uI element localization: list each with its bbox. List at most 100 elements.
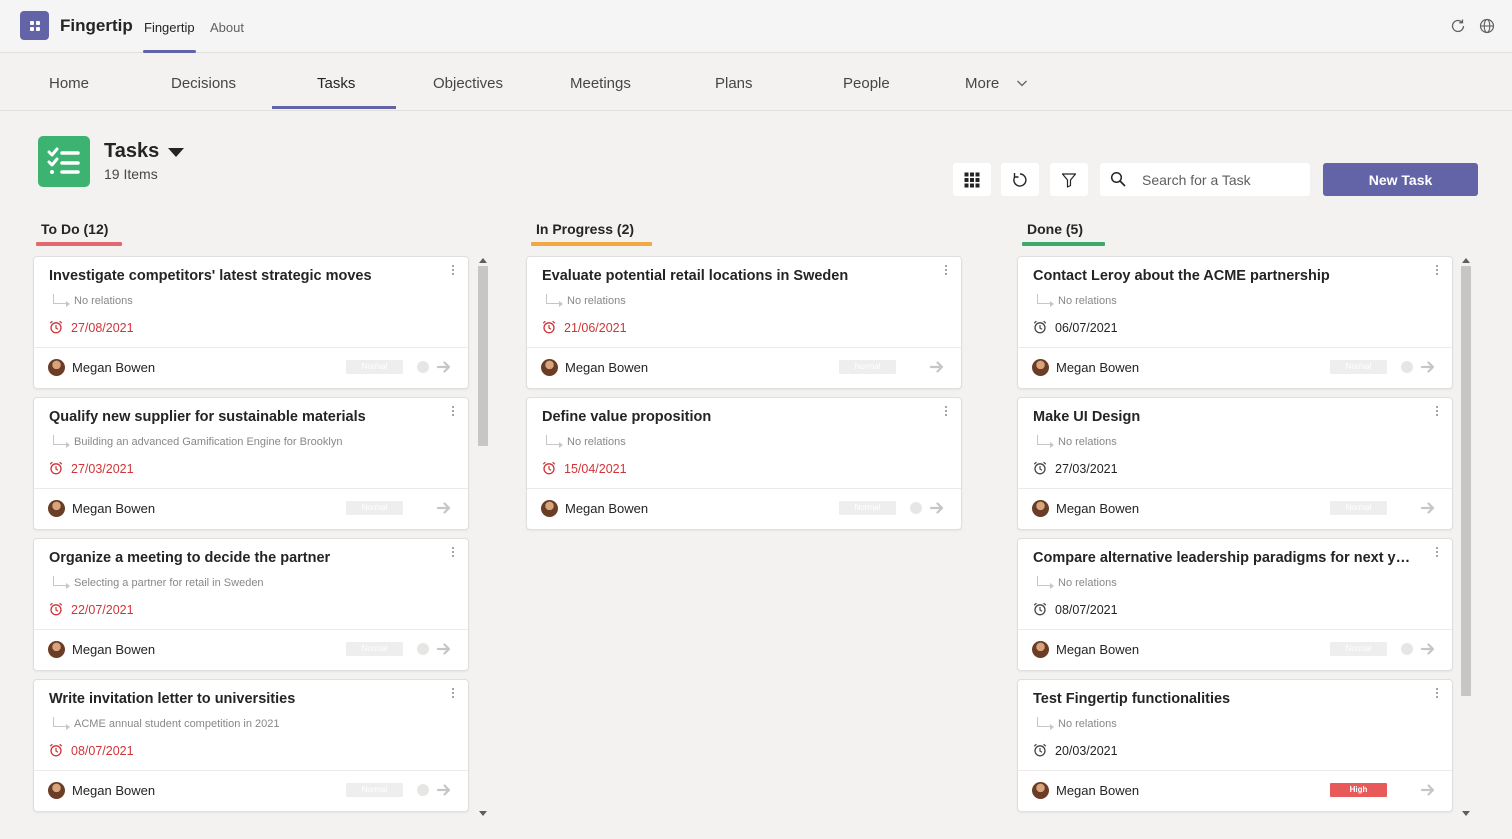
move-right-arrow-icon[interactable] — [929, 360, 945, 374]
task-title[interactable]: Make UI Design — [1033, 409, 1413, 425]
reload-icon[interactable] — [1449, 17, 1467, 35]
task-title[interactable]: Test Fingertip functionalities — [1033, 691, 1413, 707]
more-options-icon[interactable] — [452, 688, 456, 698]
move-right-arrow-icon[interactable] — [436, 783, 452, 797]
more-options-icon[interactable] — [1436, 406, 1440, 416]
task-card[interactable]: Compare alternative leadership paradigms… — [1017, 538, 1453, 671]
scroll-down-arrow[interactable] — [1462, 811, 1470, 816]
more-options-icon[interactable] — [1436, 265, 1440, 275]
card-divider — [1018, 347, 1452, 348]
more-options-icon[interactable] — [1436, 688, 1440, 698]
assignee-avatar — [1032, 641, 1049, 658]
app-tab-fingertip[interactable]: Fingertip — [144, 20, 195, 35]
refresh-button[interactable] — [1001, 163, 1039, 196]
priority-badge[interactable]: Normal — [1330, 501, 1387, 515]
priority-badge[interactable]: Normal — [839, 501, 896, 515]
app-tab-indicator — [143, 50, 196, 53]
relation-arrow-icon — [546, 294, 563, 307]
more-options-icon[interactable] — [452, 265, 456, 275]
task-card[interactable]: Define value proposition No relations 15/0… — [526, 397, 962, 530]
more-options-icon[interactable] — [452, 547, 456, 557]
task-card[interactable]: Write invitation letter to universities A… — [33, 679, 469, 812]
move-right-arrow-icon[interactable] — [929, 501, 945, 515]
task-card[interactable]: Qualify new supplier for sustainable mat… — [33, 397, 469, 530]
nav-decisions[interactable]: Decisions — [171, 75, 236, 92]
status-dot[interactable] — [417, 361, 429, 373]
filter-button[interactable] — [1050, 163, 1088, 196]
relation-arrow-icon — [53, 435, 70, 448]
status-dot[interactable] — [417, 784, 429, 796]
task-card[interactable]: Test Fingertip functionalities No relatio… — [1017, 679, 1453, 812]
priority-badge[interactable]: Normal — [346, 783, 403, 797]
chevron-down-icon[interactable] — [1016, 78, 1028, 88]
task-card[interactable]: Contact Leroy about the ACME partnership… — [1017, 256, 1453, 389]
priority-badge[interactable]: Normal — [1330, 642, 1387, 656]
column-underline-todo — [36, 242, 122, 246]
search-input[interactable] — [1142, 169, 1302, 191]
task-card[interactable]: Evaluate potential retail locations in S… — [526, 256, 962, 389]
task-title[interactable]: Write invitation letter to universities — [49, 691, 429, 707]
task-title[interactable]: Contact Leroy about the ACME partnership — [1033, 268, 1413, 284]
priority-badge[interactable]: Normal — [346, 501, 403, 515]
status-dot[interactable] — [910, 502, 922, 514]
task-card[interactable]: Make UI Design No relations 27/03/2021 Mega… — [1017, 397, 1453, 530]
new-task-button[interactable]: New Task — [1323, 163, 1478, 196]
priority-badge[interactable]: Normal — [346, 360, 403, 374]
nav-meetings[interactable]: Meetings — [570, 75, 631, 92]
scroll-down-arrow[interactable] — [479, 811, 487, 816]
move-right-arrow-icon[interactable] — [1420, 501, 1436, 515]
alarm-clock-icon — [1033, 743, 1047, 757]
priority-badge[interactable]: High — [1330, 783, 1387, 797]
globe-icon[interactable] — [1478, 17, 1496, 35]
nav-more[interactable]: More — [965, 75, 999, 92]
card-divider — [527, 488, 961, 489]
task-title[interactable]: Define value proposition — [542, 409, 922, 425]
nav-active-indicator — [272, 106, 396, 109]
move-right-arrow-icon[interactable] — [436, 360, 452, 374]
task-assignee: Megan Bowen — [1056, 501, 1140, 516]
task-title[interactable]: Evaluate potential retail locations in S… — [542, 268, 922, 284]
nav-people[interactable]: People — [843, 75, 890, 92]
task-card[interactable]: Investigate competitors' latest strategi… — [33, 256, 469, 389]
app-tab-about[interactable]: About — [210, 20, 244, 35]
move-right-arrow-icon[interactable] — [1420, 360, 1436, 374]
status-dot[interactable] — [417, 643, 429, 655]
move-right-arrow-icon[interactable] — [436, 501, 452, 515]
relation-arrow-icon — [53, 717, 70, 730]
task-title[interactable]: Qualify new supplier for sustainable mat… — [49, 409, 429, 425]
task-assignee: Megan Bowen — [72, 501, 156, 516]
move-right-arrow-icon[interactable] — [1420, 642, 1436, 656]
more-options-icon[interactable] — [452, 406, 456, 416]
priority-badge[interactable]: Normal — [346, 642, 403, 656]
task-card[interactable]: Organize a meeting to decide the partner… — [33, 538, 469, 671]
nav-objectives[interactable]: Objectives — [433, 75, 503, 92]
task-assignee: Megan Bowen — [1056, 783, 1140, 798]
task-title[interactable]: Investigate competitors' latest strategi… — [49, 268, 429, 284]
app-grid-icon[interactable] — [20, 11, 49, 40]
scroll-thumb[interactable] — [478, 266, 488, 446]
todo-scrollbar[interactable] — [477, 256, 489, 819]
scroll-up-arrow[interactable] — [479, 258, 487, 263]
task-relation: No relations — [74, 295, 133, 307]
nav-tasks[interactable]: Tasks — [317, 75, 355, 92]
caret-down-icon[interactable] — [168, 148, 184, 157]
more-options-icon[interactable] — [945, 406, 949, 416]
move-right-arrow-icon[interactable] — [436, 642, 452, 656]
scroll-up-arrow[interactable] — [1462, 258, 1470, 263]
status-dot[interactable] — [1401, 643, 1413, 655]
more-options-icon[interactable] — [945, 265, 949, 275]
move-right-arrow-icon[interactable] — [1420, 783, 1436, 797]
task-title[interactable]: Organize a meeting to decide the partner — [49, 550, 429, 566]
nav-home[interactable]: Home — [49, 75, 89, 92]
priority-badge[interactable]: Normal — [1330, 360, 1387, 374]
task-due-date: 22/07/2021 — [71, 603, 134, 617]
status-dot[interactable] — [1401, 361, 1413, 373]
task-title[interactable]: Compare alternative leadership paradigms… — [1033, 550, 1413, 566]
more-options-icon[interactable] — [1436, 547, 1440, 557]
grid-view-button[interactable] — [953, 163, 991, 196]
done-scrollbar[interactable] — [1460, 256, 1472, 819]
nav-plans[interactable]: Plans — [715, 75, 753, 92]
scroll-thumb[interactable] — [1461, 266, 1471, 696]
priority-badge[interactable]: Normal — [839, 360, 896, 374]
refresh-icon — [1013, 172, 1027, 187]
